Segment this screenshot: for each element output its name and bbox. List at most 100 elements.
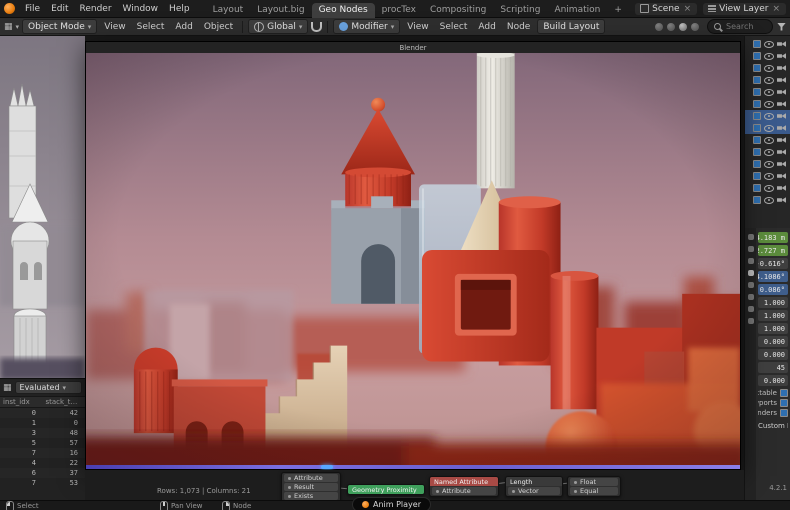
unlink-scene-icon[interactable]: × <box>683 4 693 14</box>
menu-help[interactable]: Help <box>164 3 195 15</box>
eye-icon[interactable] <box>764 53 774 60</box>
outliner-row[interactable] <box>745 182 790 194</box>
menu-window[interactable]: Window <box>118 3 164 15</box>
tab-object-properties[interactable] <box>748 270 754 276</box>
checkbox-icon[interactable] <box>753 160 761 168</box>
tab-scene-properties[interactable] <box>748 258 754 264</box>
visibility-toggle[interactable]: Renders <box>758 408 788 418</box>
outliner-row[interactable] <box>745 134 790 146</box>
view-layer-selector[interactable]: View Layer × <box>703 3 786 15</box>
checkbox-icon[interactable] <box>753 172 761 180</box>
node-header[interactable]: Length <box>506 477 562 486</box>
tab-geo-nodes[interactable]: Geo Nodes <box>312 3 375 18</box>
shading-solid-icon[interactable] <box>667 23 675 31</box>
tab-add-workspace[interactable]: + <box>607 3 629 18</box>
camera-icon[interactable] <box>777 101 786 107</box>
outliner-row-selected[interactable] <box>745 122 790 134</box>
column-header[interactable]: inst_idx <box>0 397 43 407</box>
node-menu-select[interactable]: Select <box>436 22 472 32</box>
render-window[interactable]: Blender <box>85 41 741 470</box>
outliner-row[interactable] <box>745 50 790 62</box>
tab-modifier-properties[interactable] <box>748 282 754 288</box>
orientation-dropdown[interactable]: Global ▾ <box>248 19 308 34</box>
property-field[interactable]: 0.000 <box>758 349 788 360</box>
tab-physics-properties[interactable] <box>748 318 754 324</box>
eye-icon[interactable] <box>764 101 774 108</box>
outliner-row[interactable] <box>745 170 790 182</box>
property-field[interactable]: 45 <box>758 362 788 373</box>
checkbox-icon[interactable] <box>780 389 788 397</box>
checkbox-icon[interactable] <box>753 40 761 48</box>
eye-icon[interactable] <box>764 197 774 204</box>
property-field[interactable]: 1.000 <box>758 310 788 321</box>
camera-icon[interactable] <box>777 149 786 155</box>
node-socket[interactable]: Attribute <box>432 487 496 495</box>
camera-icon[interactable] <box>777 89 786 95</box>
tab-layout-big[interactable]: Layout.big <box>250 3 311 18</box>
node-socket[interactable]: Result <box>284 483 338 491</box>
checkbox-icon[interactable] <box>753 148 761 156</box>
property-field[interactable]: 4.183 m <box>758 232 788 243</box>
eye-icon[interactable] <box>764 113 774 120</box>
visibility-toggle[interactable]: Selectable <box>758 388 788 398</box>
checkbox-icon[interactable] <box>780 399 788 407</box>
property-field[interactable]: 0.086° <box>758 284 788 295</box>
timeline-scrubber[interactable] <box>86 465 740 469</box>
node-group-breadcrumb[interactable]: Build Layout <box>537 19 605 34</box>
outliner-row[interactable] <box>745 86 790 98</box>
node-named-attribute[interactable]: Named Attribute Attribute <box>429 476 499 497</box>
camera-icon[interactable] <box>777 53 786 59</box>
viewport-3d[interactable] <box>0 36 85 380</box>
checkbox-icon[interactable] <box>753 136 761 144</box>
node-tree-type-dropdown[interactable]: Modifier ▾ <box>333 19 400 34</box>
node-length[interactable]: Length Vector <box>505 476 563 497</box>
menu-file[interactable]: File <box>20 3 45 15</box>
node-dropdown[interactable]: Float <box>570 478 618 486</box>
property-field[interactable]: 4.1086° <box>758 271 788 282</box>
checkbox-icon[interactable] <box>753 124 761 132</box>
property-field[interactable]: 0.000 <box>758 375 788 386</box>
camera-icon[interactable] <box>777 125 786 131</box>
camera-icon[interactable] <box>777 161 786 167</box>
tab-compositing[interactable]: Compositing <box>423 3 493 18</box>
blender-logo-icon[interactable] <box>4 3 15 14</box>
playhead-handle[interactable] <box>321 465 333 469</box>
property-field[interactable]: 1.000 <box>758 323 788 334</box>
camera-icon[interactable] <box>777 137 786 143</box>
custom-properties-panel[interactable]: Custom Properties <box>758 422 788 430</box>
property-field[interactable]: 1.000 <box>758 297 788 308</box>
eye-icon[interactable] <box>764 137 774 144</box>
checkbox-icon[interactable] <box>753 64 761 72</box>
checkbox-icon[interactable] <box>780 409 788 417</box>
tab-scripting[interactable]: Scripting <box>493 3 547 18</box>
filter-icon[interactable] <box>777 23 786 31</box>
node-menu-view[interactable]: View <box>403 22 432 32</box>
viewport-menu-view[interactable]: View <box>100 22 129 32</box>
tab-render-properties[interactable] <box>748 234 754 240</box>
mode-dropdown[interactable]: Object Mode ▾ <box>22 19 97 34</box>
menu-render[interactable]: Render <box>75 3 117 15</box>
tab-layout[interactable]: Layout <box>206 3 251 18</box>
shading-wireframe-icon[interactable] <box>655 23 663 31</box>
eye-icon[interactable] <box>764 173 774 180</box>
viewport-menu-object[interactable]: Object <box>200 22 237 32</box>
camera-icon[interactable] <box>777 77 786 83</box>
checkbox-icon[interactable] <box>753 52 761 60</box>
viewport-menu-select[interactable]: Select <box>133 22 169 32</box>
outliner-row[interactable] <box>745 38 790 50</box>
node-dropdown[interactable]: Equal <box>570 487 618 495</box>
viewport-menu-add[interactable]: Add <box>171 22 196 32</box>
node-socket[interactable]: Exists <box>284 492 338 500</box>
eye-icon[interactable] <box>764 161 774 168</box>
node-geometry-proximity[interactable]: Geometry Proximity <box>347 484 425 495</box>
tab-animation[interactable]: Animation <box>547 3 607 18</box>
tab-data-properties[interactable] <box>748 306 754 312</box>
checkbox-icon[interactable] <box>753 76 761 84</box>
camera-icon[interactable] <box>777 173 786 179</box>
camera-icon[interactable] <box>777 65 786 71</box>
camera-icon[interactable] <box>777 41 786 47</box>
camera-icon[interactable] <box>777 185 786 191</box>
dataset-dropdown[interactable]: Evaluated ▾ <box>15 381 82 394</box>
eye-icon[interactable] <box>764 41 774 48</box>
search-input[interactable] <box>724 21 766 32</box>
